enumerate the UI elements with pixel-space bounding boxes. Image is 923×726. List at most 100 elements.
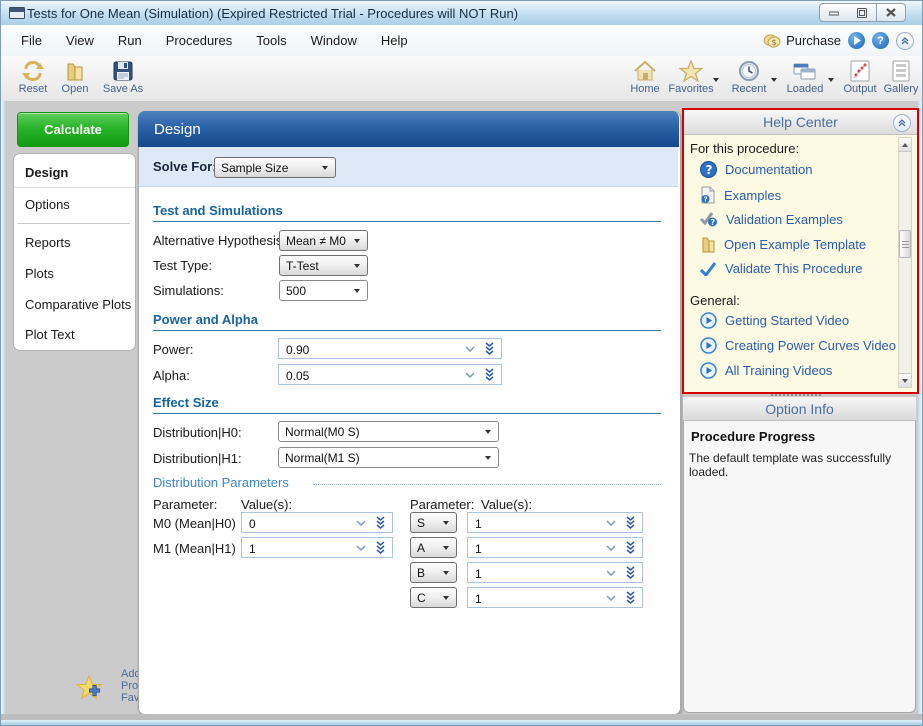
expand-list-icon[interactable] xyxy=(375,516,386,530)
scroll-up-button[interactable] xyxy=(899,138,911,152)
param-s-dropdown[interactable]: S xyxy=(410,512,457,533)
m1-value[interactable] xyxy=(247,539,356,558)
expand-list-icon[interactable] xyxy=(625,516,636,530)
expand-list-icon[interactable] xyxy=(484,368,495,382)
validation-examples-link[interactable]: ? Validation Examples xyxy=(700,211,843,227)
favorites-button[interactable]: Favorites xyxy=(665,60,717,95)
window-frame-left xyxy=(1,101,5,714)
chevron-down-icon[interactable] xyxy=(606,520,616,526)
creating-power-curves-video-link[interactable]: Creating Power Curves Video xyxy=(700,337,896,354)
help-scrollbar[interactable] xyxy=(898,137,912,388)
power-value[interactable] xyxy=(284,340,443,359)
expand-list-icon[interactable] xyxy=(625,541,636,555)
option-info-title: Option Info xyxy=(765,401,834,417)
home-button[interactable]: Home xyxy=(619,60,671,95)
param-b-input-value[interactable] xyxy=(473,564,599,583)
power-label: Power: xyxy=(153,342,193,357)
favorites-dropdown-caret[interactable] xyxy=(713,78,719,82)
chevron-down-icon[interactable] xyxy=(606,570,616,576)
collapse-ribbon-button[interactable] xyxy=(896,32,914,50)
param-s-input-value[interactable] xyxy=(473,514,599,533)
distribution-h0-dropdown[interactable]: Normal(M0 S) xyxy=(278,421,499,442)
param-c-dropdown[interactable]: C xyxy=(410,587,457,608)
minimize-button[interactable] xyxy=(819,3,849,22)
distribution-h1-dropdown[interactable]: Normal(M1 S) xyxy=(278,447,499,468)
documentation-link[interactable]: ? Documentation xyxy=(700,161,812,178)
getting-started-video-link[interactable]: Getting Started Video xyxy=(700,312,849,329)
save-as-button[interactable]: Save As xyxy=(97,60,149,95)
tab-plot-text[interactable]: Plot Text xyxy=(14,319,135,349)
scroll-down-button[interactable] xyxy=(899,373,911,387)
menu-procedures[interactable]: Procedures xyxy=(154,28,244,53)
all-training-videos-link[interactable]: All Training Videos xyxy=(700,362,832,379)
m1-input[interactable] xyxy=(241,537,393,558)
distribution-h0-value: Normal(M0 S) xyxy=(285,425,360,439)
m0-value[interactable] xyxy=(247,514,356,533)
scrollbar-thumb[interactable] xyxy=(899,230,911,258)
menu-tools[interactable]: Tools xyxy=(244,28,298,53)
recent-dropdown-caret[interactable] xyxy=(771,78,777,82)
chevron-down-icon[interactable] xyxy=(465,346,475,352)
param-a-input[interactable] xyxy=(467,537,643,558)
tab-design[interactable]: Design xyxy=(14,158,135,188)
param-c-input-value[interactable] xyxy=(473,589,599,608)
expand-list-icon[interactable] xyxy=(375,541,386,555)
svg-text:?: ? xyxy=(711,218,716,227)
power-input[interactable] xyxy=(278,338,502,359)
video-tour-button[interactable] xyxy=(848,32,865,49)
open-example-template-link[interactable]: Open Example Template xyxy=(700,236,866,253)
reset-label: Reset xyxy=(19,83,48,95)
calculate-label: Calculate xyxy=(44,122,102,137)
open-button[interactable]: Open xyxy=(49,60,101,95)
param-c-value: C xyxy=(417,591,426,605)
param-a-dropdown[interactable]: A xyxy=(410,537,457,558)
chevron-down-icon[interactable] xyxy=(356,545,366,551)
solve-for-dropdown[interactable]: Sample Size xyxy=(214,157,336,178)
simulations-value: 500 xyxy=(286,284,306,298)
validate-procedure-link[interactable]: Validate This Procedure xyxy=(700,261,863,276)
expand-list-icon[interactable] xyxy=(484,342,495,356)
chevron-down-icon[interactable] xyxy=(356,520,366,526)
tab-options[interactable]: Options xyxy=(14,189,135,219)
menu-window[interactable]: Window xyxy=(299,28,369,53)
chevron-down-icon[interactable] xyxy=(606,595,616,601)
menu-view[interactable]: View xyxy=(54,28,106,53)
param-s-input[interactable] xyxy=(467,512,643,533)
play-circle-icon xyxy=(700,312,717,329)
tab-reports[interactable]: Reports xyxy=(14,227,135,257)
help-button[interactable]: ? xyxy=(872,32,889,49)
tab-plots[interactable]: Plots xyxy=(14,258,135,288)
gallery-button[interactable]: Gallery xyxy=(875,60,923,95)
param-b-dropdown[interactable]: B xyxy=(410,562,457,583)
dropdown-caret xyxy=(485,456,491,460)
m0-input[interactable] xyxy=(241,512,393,533)
maximize-button[interactable] xyxy=(848,3,877,22)
menu-file[interactable]: File xyxy=(9,28,54,53)
recent-button[interactable]: Recent xyxy=(723,60,775,95)
gallery-label: Gallery xyxy=(884,83,919,95)
param-b-input[interactable] xyxy=(467,562,643,583)
panel-splitter[interactable] xyxy=(771,394,821,396)
expand-list-icon[interactable] xyxy=(625,566,636,580)
alpha-value[interactable] xyxy=(284,366,443,385)
alt-hypothesis-label: Alternative Hypothesis: xyxy=(153,233,286,248)
add-favorite-star-icon[interactable] xyxy=(75,675,109,705)
loaded-button[interactable]: Loaded xyxy=(779,60,831,95)
help-collapse-button[interactable] xyxy=(893,114,911,132)
examples-link[interactable]: ? Examples xyxy=(700,186,781,204)
param-c-input[interactable] xyxy=(467,587,643,608)
chevron-down-icon[interactable] xyxy=(606,545,616,551)
test-type-dropdown[interactable]: T-Test xyxy=(279,255,368,276)
menu-run[interactable]: Run xyxy=(106,28,154,53)
calculate-button[interactable]: Calculate xyxy=(17,112,129,147)
chevron-down-icon[interactable] xyxy=(465,372,475,378)
menu-help[interactable]: Help xyxy=(369,28,420,53)
tab-comparative-plots[interactable]: Comparative Plots xyxy=(14,289,135,319)
purchase-button[interactable]: $ Purchase xyxy=(763,33,841,48)
param-a-input-value[interactable] xyxy=(473,539,599,558)
alt-hypothesis-dropdown[interactable]: Mean ≠ M0 xyxy=(279,230,368,251)
alpha-input[interactable] xyxy=(278,364,502,385)
expand-list-icon[interactable] xyxy=(625,591,636,605)
close-button[interactable] xyxy=(877,3,906,22)
simulations-dropdown[interactable]: 500 xyxy=(279,280,368,301)
